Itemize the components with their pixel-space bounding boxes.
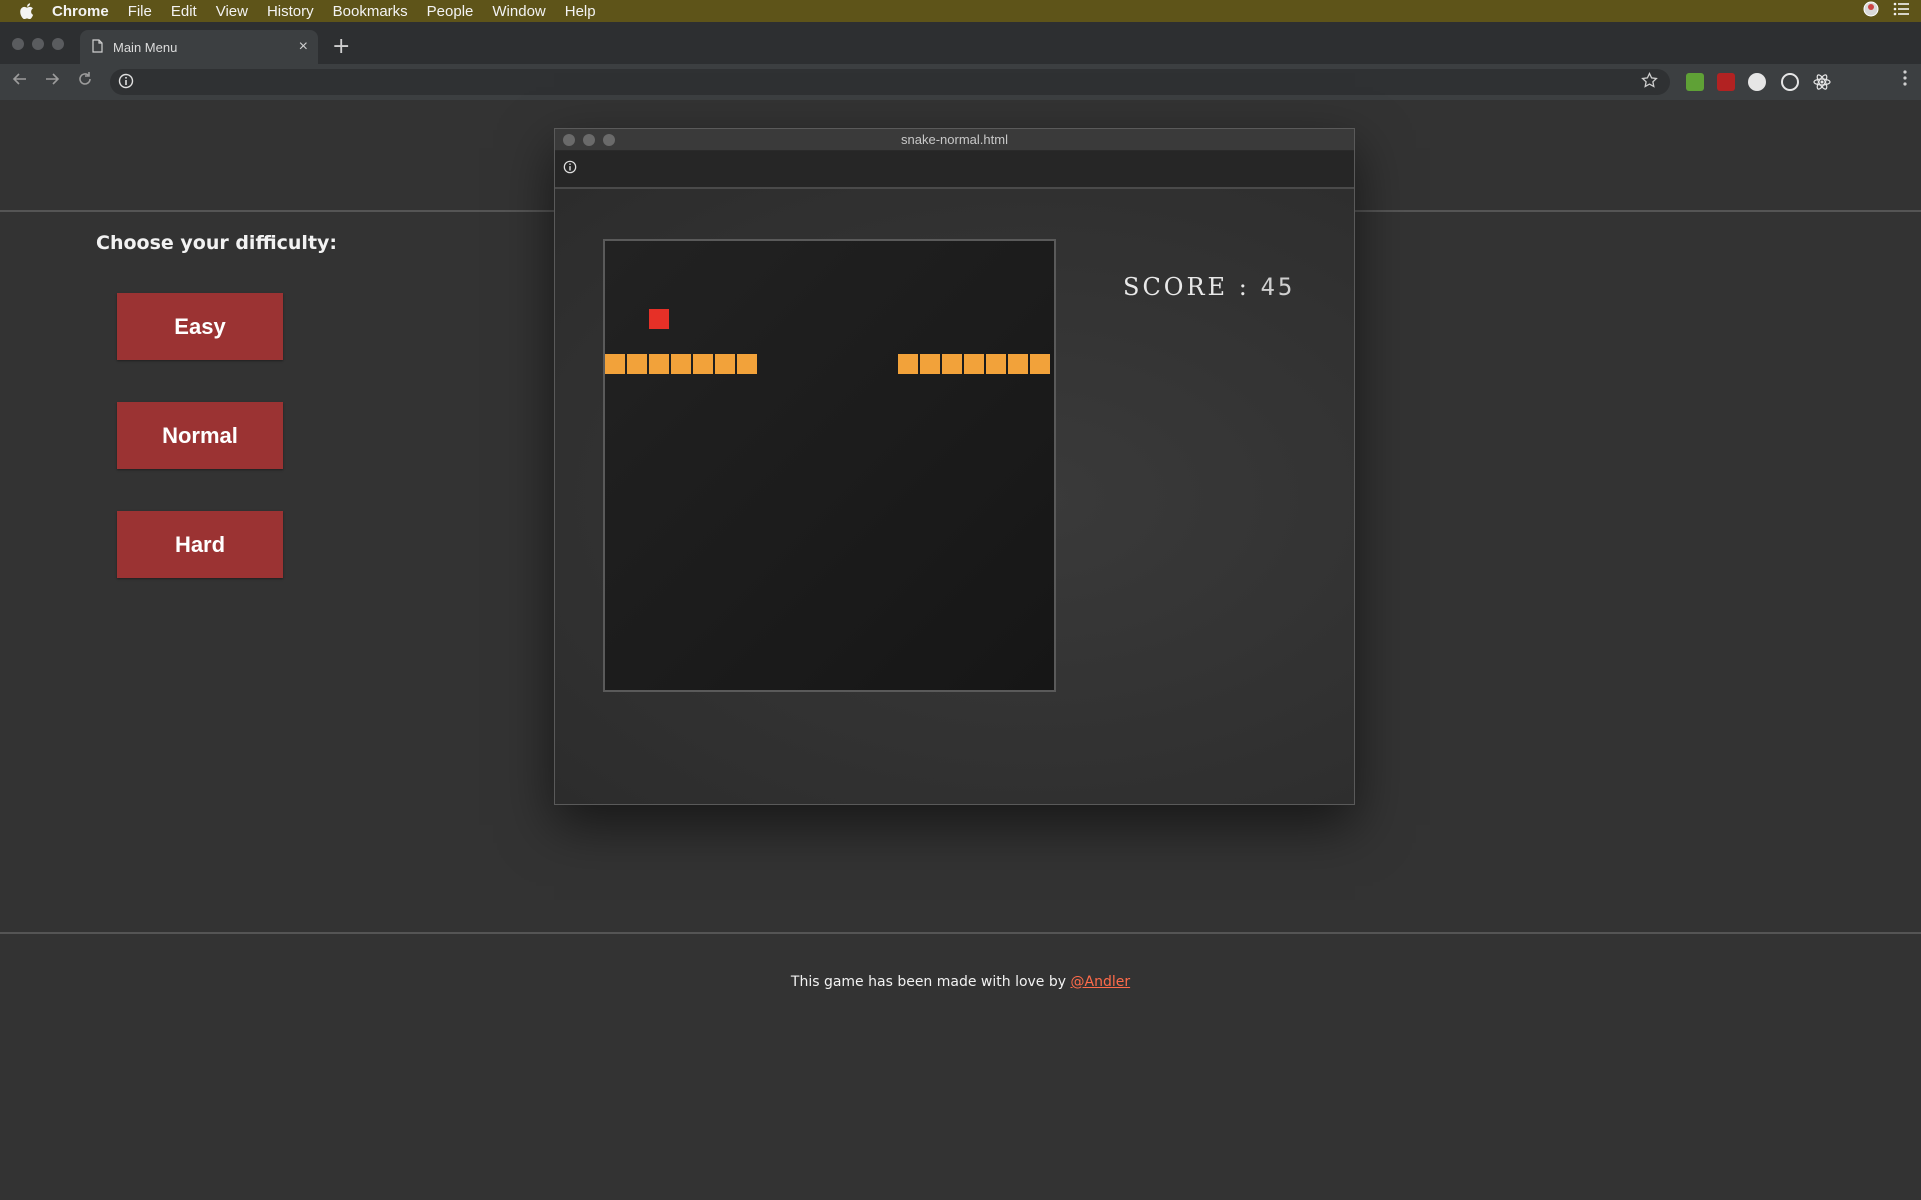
snake-segment: [671, 354, 691, 374]
apple-icon[interactable]: [16, 0, 38, 22]
forward-arrow-icon[interactable]: [44, 71, 60, 92]
minimize-window-button[interactable]: [32, 38, 44, 50]
menu-file[interactable]: File: [128, 3, 152, 20]
score-label: SCORE :: [1123, 273, 1250, 301]
game-board[interactable]: [603, 239, 1056, 692]
snake-segment: [898, 354, 918, 374]
window-controls: [12, 38, 64, 50]
menu-window[interactable]: Window: [492, 3, 545, 20]
macos-menubar: Chrome File Edit View History Bookmarks …: [0, 0, 1921, 22]
menu-people[interactable]: People: [427, 3, 474, 20]
footer: This game has been made with love by @An…: [0, 974, 1921, 990]
popup-zoom-button[interactable]: [603, 134, 615, 146]
snake-segment: [649, 354, 669, 374]
popup-minimize-button[interactable]: [583, 134, 595, 146]
score-value: 45: [1260, 273, 1296, 301]
snake-segment: [1030, 354, 1050, 374]
menu-view[interactable]: View: [216, 3, 248, 20]
menu-edit[interactable]: Edit: [171, 3, 197, 20]
list-menu-icon[interactable]: [1893, 2, 1909, 20]
close-tab-icon[interactable]: ×: [299, 38, 308, 56]
hard-button[interactable]: Hard: [117, 511, 283, 578]
difficulty-label: Choose your difficulty:: [96, 232, 338, 254]
browser-toolbar: [0, 64, 1921, 100]
extension-cms-icon[interactable]: [1686, 73, 1704, 91]
snake-segment: [942, 354, 962, 374]
normal-button[interactable]: Normal: [117, 402, 283, 469]
snake-segment: [1008, 354, 1028, 374]
document-icon: [92, 38, 103, 56]
snake-segment: [920, 354, 940, 374]
snake-segment: [964, 354, 984, 374]
easy-button[interactable]: Easy: [117, 293, 283, 360]
extension-flash-icon[interactable]: [1717, 73, 1735, 91]
snake-segment: [986, 354, 1006, 374]
snake-segment: [627, 354, 647, 374]
score-display: SCORE : 45: [1123, 273, 1295, 301]
popup-title: snake-normal.html: [901, 132, 1008, 147]
more-menu-icon[interactable]: [1903, 70, 1907, 91]
tab-title: Main Menu: [113, 39, 178, 55]
popup-address-bar: [555, 151, 1354, 189]
new-tab-button[interactable]: +: [332, 34, 350, 59]
zoom-window-button[interactable]: [52, 38, 64, 50]
footer-divider: [0, 932, 1921, 934]
extension-react-icon[interactable]: [1813, 73, 1831, 91]
address-bar[interactable]: [110, 69, 1670, 95]
back-arrow-icon[interactable]: [12, 71, 28, 92]
close-window-button[interactable]: [12, 38, 24, 50]
bookmark-star-icon[interactable]: [1641, 71, 1658, 94]
extension-circle-icon[interactable]: [1748, 73, 1766, 91]
menu-help[interactable]: Help: [565, 3, 596, 20]
snake-segment: [715, 354, 735, 374]
browser-tab-strip: Main Menu × +: [0, 22, 1921, 64]
reload-icon[interactable]: [77, 71, 93, 92]
author-link[interactable]: @Andler: [1071, 974, 1131, 990]
footer-text: This game has been made with love by: [790, 974, 1067, 990]
popup-content: SCORE : 45: [555, 189, 1354, 804]
menu-app-chrome[interactable]: Chrome: [52, 3, 109, 20]
menu-bookmarks[interactable]: Bookmarks: [333, 3, 408, 20]
user-avatar-icon[interactable]: [1863, 1, 1879, 21]
snake-segment: [737, 354, 757, 374]
snake-segment: [605, 354, 625, 374]
menu-history[interactable]: History: [267, 3, 314, 20]
info-icon[interactable]: [118, 73, 134, 93]
snake-segment: [693, 354, 713, 374]
browser-tab-main-menu[interactable]: Main Menu ×: [80, 30, 318, 64]
popup-close-button[interactable]: [563, 134, 575, 146]
food-pellet: [649, 309, 669, 329]
popup-info-icon[interactable]: [563, 159, 577, 178]
popup-window-controls: [563, 134, 615, 146]
popup-titlebar: snake-normal.html: [555, 129, 1354, 151]
extension-target-icon[interactable]: [1781, 73, 1799, 91]
game-popup-window: snake-normal.html SCORE : 45: [554, 128, 1355, 805]
